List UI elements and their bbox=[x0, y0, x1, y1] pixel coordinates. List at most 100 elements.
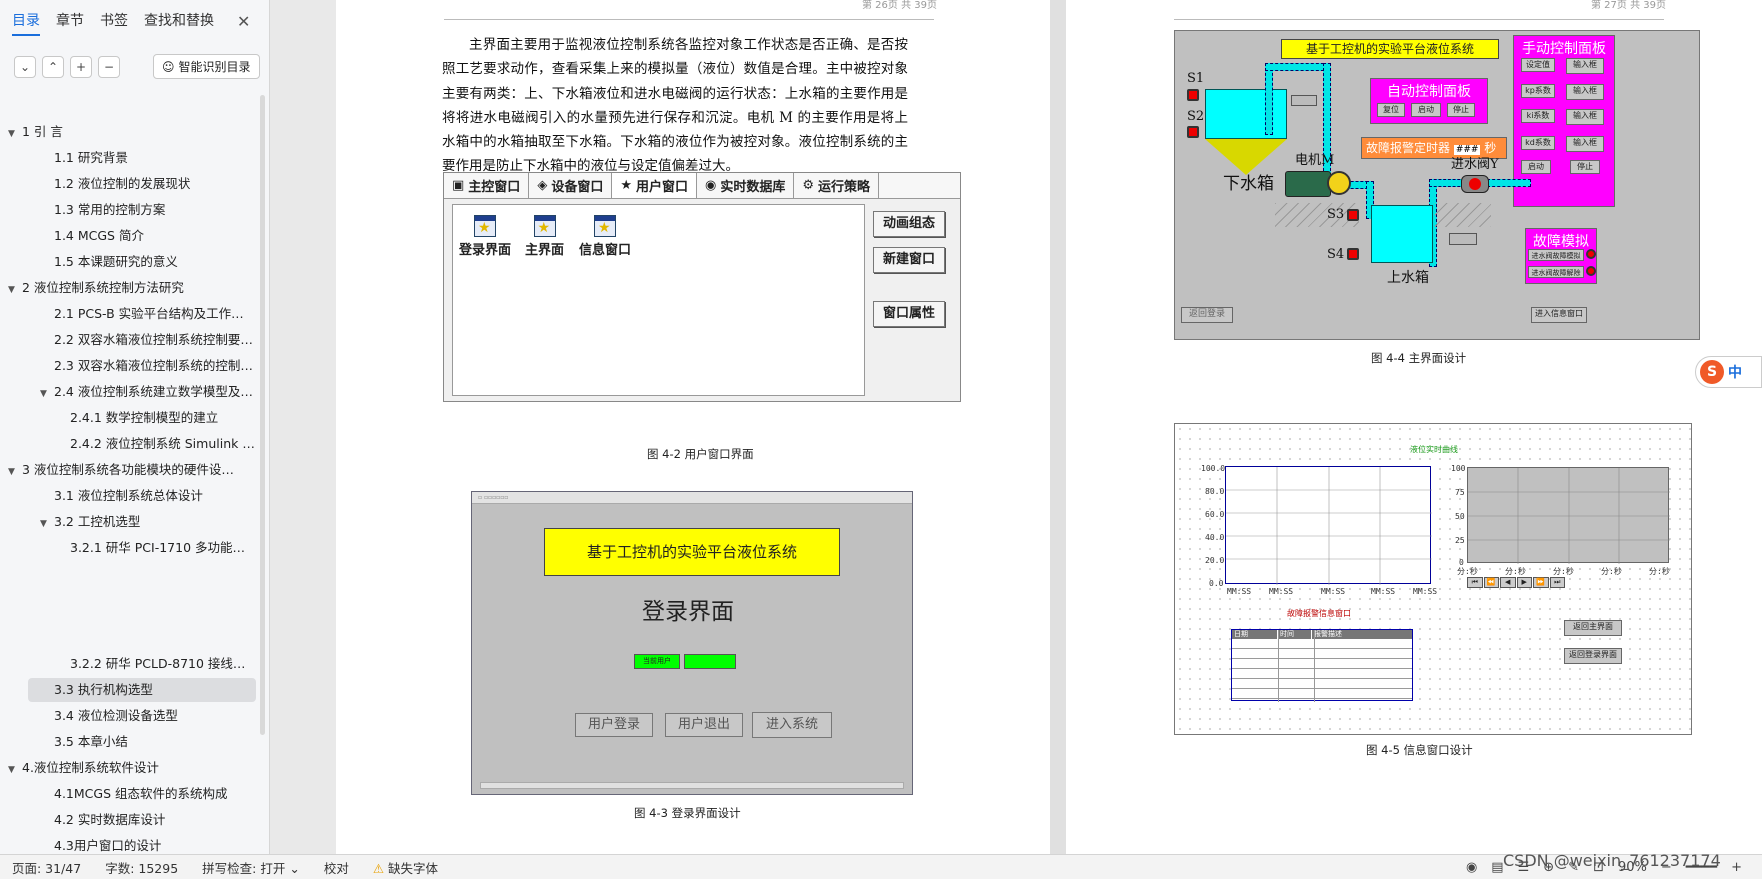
alarm-col-time: 时间 bbox=[1278, 630, 1312, 639]
toc-item[interactable]: 1.3 常用的控制方案 bbox=[54, 198, 256, 222]
toc-item[interactable]: 1.1 研究背景 bbox=[54, 146, 256, 170]
ime-indicator[interactable]: S 中 bbox=[1695, 356, 1762, 388]
proofread-button[interactable]: 校对 bbox=[312, 858, 361, 877]
kp-input: 输入框 bbox=[1566, 84, 1604, 100]
toc-item[interactable]: 3.4 液位检测设备选型 bbox=[54, 704, 256, 728]
tab-main-window: ▣ 主控窗口 bbox=[444, 173, 530, 198]
zoom-in-icon[interactable]: + bbox=[1731, 860, 1742, 875]
expand-arrow-icon[interactable]: ▼ bbox=[8, 758, 22, 780]
valve-fault-clear-button: 进水阀故障解除 bbox=[1528, 266, 1584, 278]
toc-item[interactable]: ▼ 3 液位控制系统各功能模块的硬件设… bbox=[8, 458, 256, 482]
body-paragraph: 主界面主要用于监视液位控制系统各监控对象工作状态是否正确、是否按照工艺要求动作，… bbox=[442, 37, 908, 175]
toc-item[interactable]: 2.1 PCS-B 实验平台结构及工作原… bbox=[54, 302, 256, 326]
toc-item[interactable]: 2.4.1 数学控制模型的建立 bbox=[70, 406, 256, 430]
kd-label: kd系数 bbox=[1521, 136, 1555, 150]
word-count[interactable]: 字数: 15295 bbox=[93, 858, 190, 877]
toc-item[interactable]: 4.1MCGS 组态软件的系统构成 bbox=[54, 782, 256, 806]
expand-arrow-icon[interactable]: ▼ bbox=[40, 382, 54, 404]
y-tick: 40.0 bbox=[1205, 533, 1225, 542]
page-view-icon[interactable]: ▤ bbox=[1491, 860, 1503, 875]
eye-icon[interactable]: ◉ bbox=[1466, 860, 1477, 875]
toc-item[interactable]: 4.2 实时数据库设计 bbox=[54, 808, 256, 832]
remove-icon[interactable]: − bbox=[98, 56, 120, 78]
user-login-button: 用户登录 bbox=[575, 713, 653, 737]
toc-item-label: 2.3 双容水箱液位控制系统的控制… bbox=[54, 358, 253, 373]
toc-item-label: 4.液位控制系统软件设计 bbox=[22, 760, 159, 775]
toc-item[interactable]: 2.4.2 液位控制系统 Simulink … bbox=[70, 432, 256, 456]
toc-item[interactable]: 2.3 双容水箱液位控制系统的控制… bbox=[54, 354, 256, 378]
toc-item[interactable]: 2.2 双容水箱液位控制系统控制要… bbox=[54, 328, 256, 352]
y-tick: 60.0 bbox=[1205, 510, 1225, 519]
toc-item-label: 4.1MCGS 组态软件的系统构成 bbox=[54, 786, 228, 801]
toc-item-label: 3.3 执行机构选型 bbox=[54, 682, 153, 697]
x2-tick: 分:秒 bbox=[1601, 567, 1622, 576]
history-nav-controls: ⏮ ⏪ ◀ ▶ ⏩ ⏭ bbox=[1467, 577, 1565, 588]
login-titlebar: ▫ ▫▫▫▫▫▫ bbox=[472, 492, 912, 504]
toc-item-label: 2.4 液位控制系统建立数学模型及… bbox=[54, 384, 253, 399]
x-tick: MM:SS bbox=[1269, 587, 1294, 596]
upper-tank-level-display bbox=[1449, 233, 1477, 245]
new-window-button: 新建窗口 bbox=[873, 247, 945, 273]
toc-scrollbar[interactable] bbox=[260, 95, 265, 735]
alarm-table: 日期 时间 报警描述 bbox=[1231, 629, 1413, 702]
back-to-login-button: 返回登录 bbox=[1181, 307, 1233, 323]
history-curve-chart bbox=[1467, 467, 1670, 564]
tab-chapters[interactable]: 章节 bbox=[56, 10, 84, 36]
main-system-title: 基于工控机的实验平台液位系统 bbox=[1281, 39, 1499, 59]
spell-check-toggle[interactable]: 拼写检查: 打开 ⌄ bbox=[190, 858, 312, 877]
toc-item[interactable]: 3.1 液位控制系统总体设计 bbox=[54, 484, 256, 508]
s2-label: S2 bbox=[1187, 109, 1205, 124]
toc-item-label: 3.2.1 研华 PCI-1710 多功能… bbox=[70, 540, 246, 555]
expand-arrow-icon[interactable]: ▼ bbox=[40, 512, 54, 534]
fault-led-icon bbox=[1586, 249, 1596, 259]
toc-item[interactable]: ▼ 2 液位控制系统控制方法研究 bbox=[8, 276, 256, 300]
toc-item[interactable]: 3.5 本章小结 bbox=[54, 730, 256, 754]
toc-item[interactable]: ▼ 3.2 工控机选型 bbox=[40, 510, 256, 534]
expand-arrow-icon[interactable]: ▼ bbox=[8, 122, 22, 144]
toc-item[interactable]: 3.2.1 研华 PCI-1710 多功能… bbox=[70, 536, 256, 560]
expand-arrow-icon[interactable]: ▼ bbox=[8, 460, 22, 482]
inlet-valve-label: 进水阀Y bbox=[1451, 157, 1499, 172]
upper-tank-icon bbox=[1371, 205, 1433, 263]
expand-icon[interactable]: ⌃ bbox=[42, 56, 64, 78]
reset-button: 复位 bbox=[1377, 103, 1405, 117]
toc-item[interactable]: 1.4 MCGS 简介 bbox=[54, 224, 256, 248]
window-item-info: ★ 信息窗口 bbox=[579, 215, 631, 258]
database-icon: ◉ bbox=[705, 178, 717, 193]
setpoint-label: 设定值 bbox=[1521, 58, 1555, 72]
alarm-table-rows bbox=[1232, 630, 1412, 702]
page-header-number: 第 26页 共 39页 bbox=[862, 0, 937, 11]
smart-toc-button[interactable]: ☺ 智能识别目录 bbox=[153, 54, 260, 79]
toc-item-label: 3.2 工控机选型 bbox=[54, 514, 141, 529]
lower-tank-label: 下水箱 bbox=[1223, 174, 1274, 194]
user-window-icon: ★ bbox=[533, 215, 556, 237]
add-icon[interactable]: + bbox=[70, 56, 92, 78]
toc-item[interactable]: 1.2 液位控制的发展现状 bbox=[54, 172, 256, 196]
close-icon[interactable]: ✕ bbox=[237, 12, 250, 31]
toc-item[interactable]: ▼ 1 引 言 bbox=[8, 120, 256, 144]
page-counter[interactable]: 页面: 31/47 bbox=[0, 858, 93, 877]
tab-toc[interactable]: 目录 bbox=[12, 10, 40, 36]
realtime-curve-grid bbox=[1226, 467, 1432, 585]
pump-icon bbox=[1327, 171, 1351, 195]
toc-item[interactable]: ▼ 4.液位控制系统软件设计 bbox=[8, 756, 256, 780]
tab-bookmarks[interactable]: 书签 bbox=[100, 10, 128, 36]
csdn-watermark: CSDN @weixin_761237174 bbox=[1503, 851, 1721, 870]
document-page-27: 第 27页 共 39页 基于工控机的实验平台液位系统 自动控制面板 复位 启动 … bbox=[1066, 0, 1762, 854]
toc-item[interactable]: 1.5 本课题研究的意义 bbox=[54, 250, 256, 274]
valve-status-icon bbox=[1469, 178, 1481, 190]
expand-arrow-icon[interactable]: ▼ bbox=[8, 278, 22, 300]
toc-item-label: 2.1 PCS-B 实验平台结构及工作原… bbox=[54, 306, 256, 321]
missing-font-button[interactable]: ⚠ 缺失字体 bbox=[361, 858, 450, 877]
info-window-figure: 液位实时曲线 100.0 80.0 60.0 40.0 20.0 0.0 MM:… bbox=[1174, 423, 1692, 735]
user-window-icon: ★ bbox=[474, 215, 496, 237]
y-tick: 80.0 bbox=[1205, 487, 1225, 496]
toc-item[interactable]: ▼ 2.4 液位控制系统建立数学模型及… bbox=[40, 380, 256, 404]
tab-find-replace[interactable]: 查找和替换 bbox=[144, 10, 214, 36]
y2-tick: 100 bbox=[1451, 464, 1466, 473]
collapse-icon[interactable]: ⌄ bbox=[14, 56, 36, 78]
s1-label: S1 bbox=[1187, 71, 1205, 86]
toc-item[interactable]: 3.3 执行机构选型 bbox=[28, 678, 256, 702]
toc-item[interactable]: 3.2.2 研华 PCLD-8710 接线… bbox=[70, 652, 256, 676]
user-logout-button: 用户退出 bbox=[665, 713, 743, 737]
